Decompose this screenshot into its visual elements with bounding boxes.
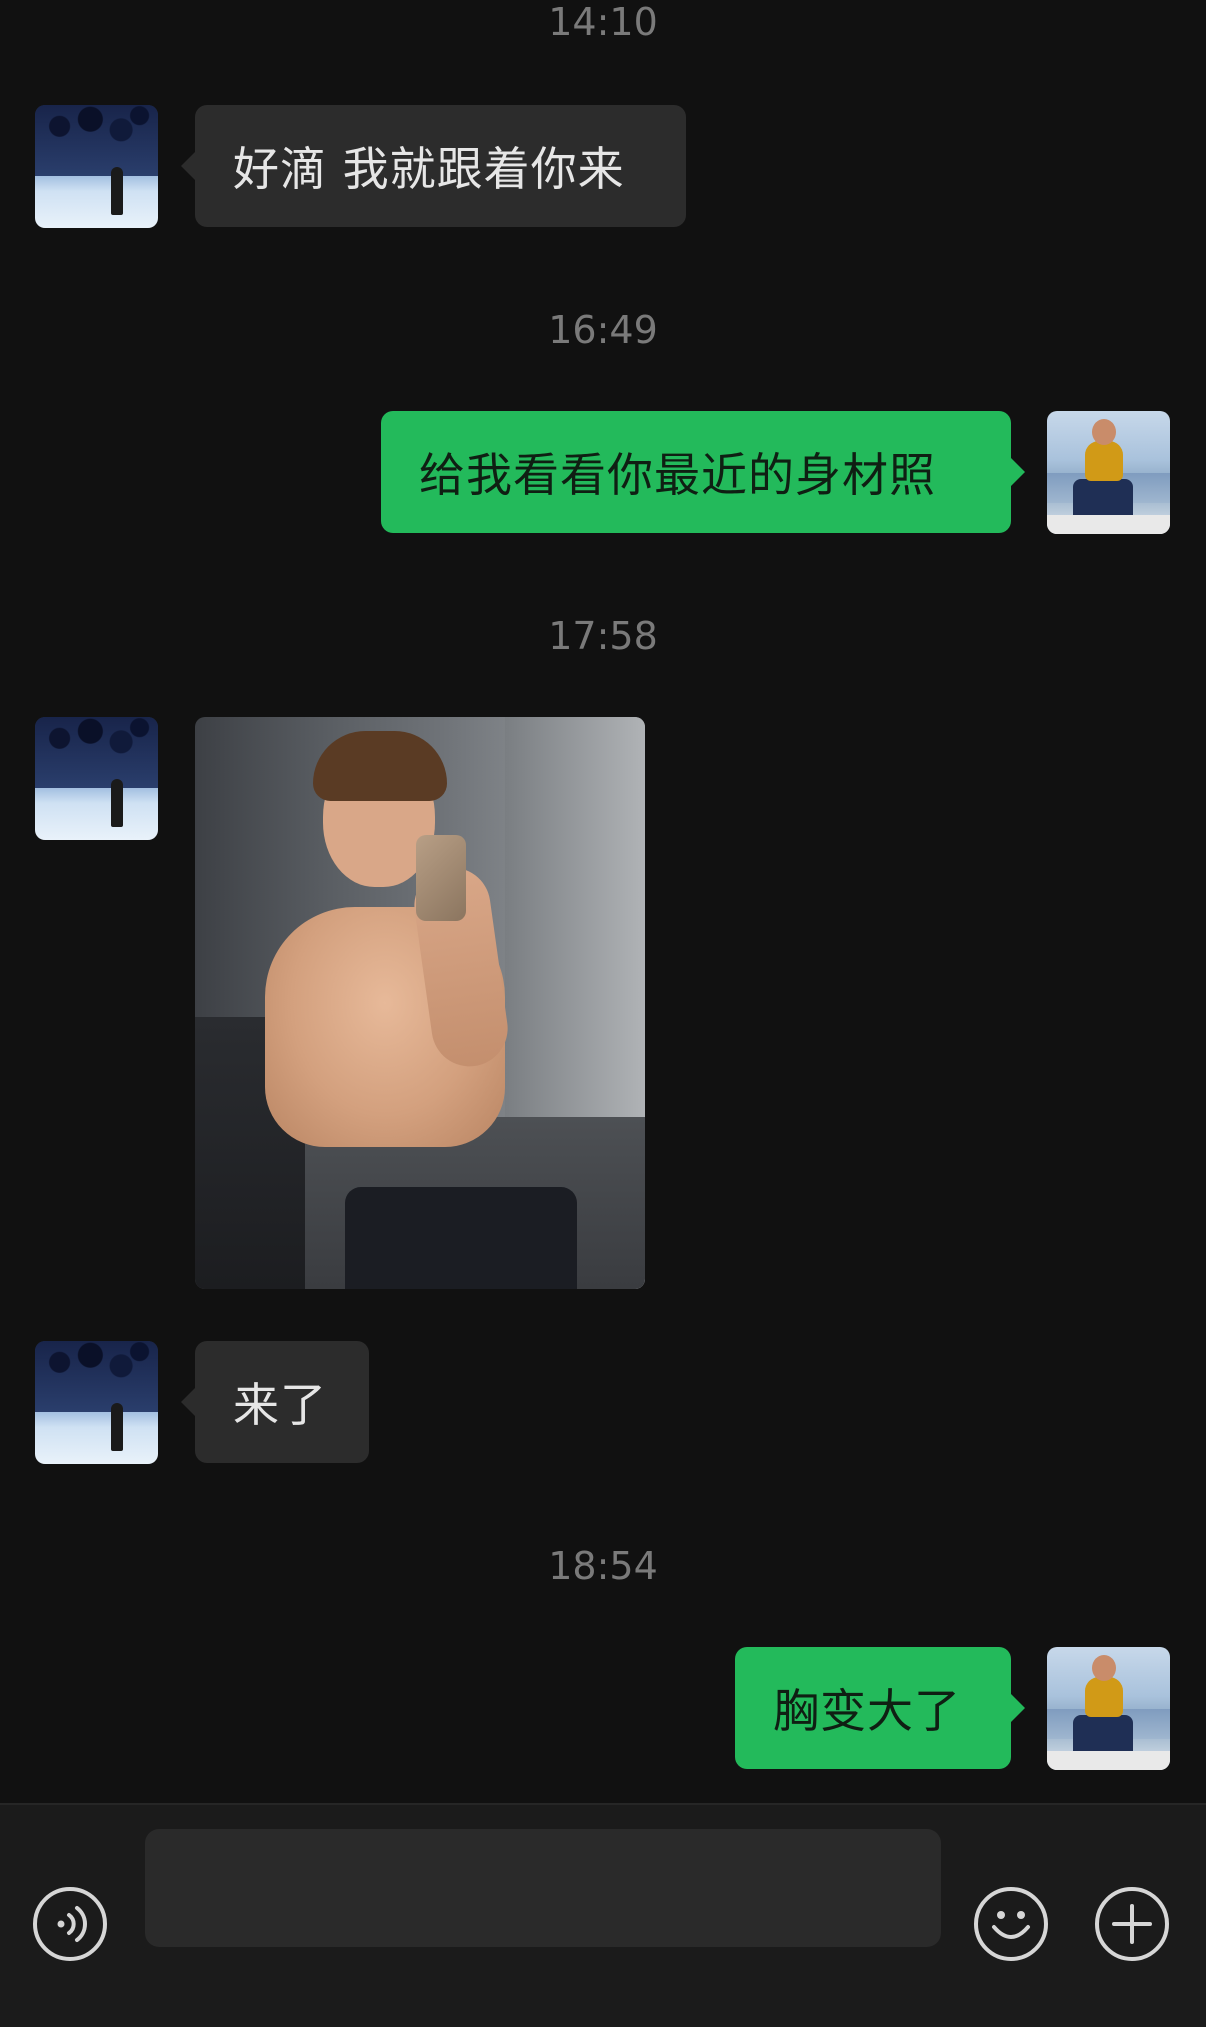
- message-text: 来了: [233, 1378, 327, 1432]
- more-button[interactable]: [1095, 1887, 1169, 1961]
- avatar-deck: [1047, 515, 1170, 534]
- photo-shorts: [345, 1187, 577, 1289]
- message-bubble-outgoing[interactable]: 给我看看你最近的身材照: [381, 411, 1011, 533]
- my-avatar[interactable]: [1047, 1647, 1170, 1770]
- my-avatar[interactable]: [1047, 411, 1170, 534]
- emoji-button[interactable]: [974, 1887, 1048, 1961]
- voice-icon: [57, 1906, 87, 1942]
- contact-avatar[interactable]: [35, 105, 158, 228]
- avatar-head: [1092, 419, 1116, 445]
- avatar-figure: [111, 779, 123, 827]
- bubble-tail: [1011, 458, 1025, 486]
- avatar-body: [1085, 441, 1123, 481]
- contact-avatar[interactable]: [35, 717, 158, 840]
- timestamp: 17:58: [548, 614, 658, 658]
- bubble-tail: [181, 152, 195, 180]
- avatar-trees: [35, 717, 158, 789]
- avatar-figure: [111, 167, 123, 215]
- message-bubble-outgoing[interactable]: 胸变大了: [735, 1647, 1011, 1769]
- message-image[interactable]: [195, 717, 645, 1289]
- photo-hair: [313, 731, 447, 801]
- bubble-tail: [181, 1388, 195, 1416]
- chat-screen: 14:10 好滴 我就跟着你来 16:49 给我看看你最近的身材照 17:58: [0, 0, 1206, 2027]
- message-text: 给我看看你最近的身材照: [419, 448, 936, 502]
- message-text: 胸变大了: [773, 1684, 961, 1738]
- avatar-head: [1092, 1655, 1116, 1681]
- contact-avatar[interactable]: [35, 1341, 158, 1464]
- message-bubble-incoming[interactable]: 好滴 我就跟着你来: [195, 105, 686, 227]
- avatar-figure: [111, 1403, 123, 1451]
- timestamp: 16:49: [548, 308, 658, 352]
- photo-phone: [416, 835, 466, 921]
- message-text: 好滴 我就跟着你来: [233, 142, 625, 196]
- timestamp: 18:54: [548, 1544, 658, 1588]
- avatar-trees: [35, 1341, 158, 1413]
- avatar-body: [1085, 1677, 1123, 1717]
- avatar-deck: [1047, 1751, 1170, 1770]
- input-bar: [0, 1803, 1206, 2027]
- message-bubble-incoming[interactable]: 来了: [195, 1341, 369, 1463]
- avatar-trees: [35, 105, 158, 177]
- plus-icon: [1112, 1904, 1152, 1944]
- voice-button[interactable]: [33, 1887, 107, 1961]
- bubble-tail: [1011, 1694, 1025, 1722]
- emoji-icon: [992, 1911, 1030, 1939]
- message-input[interactable]: [145, 1829, 941, 1947]
- timestamp: 14:10: [548, 0, 658, 44]
